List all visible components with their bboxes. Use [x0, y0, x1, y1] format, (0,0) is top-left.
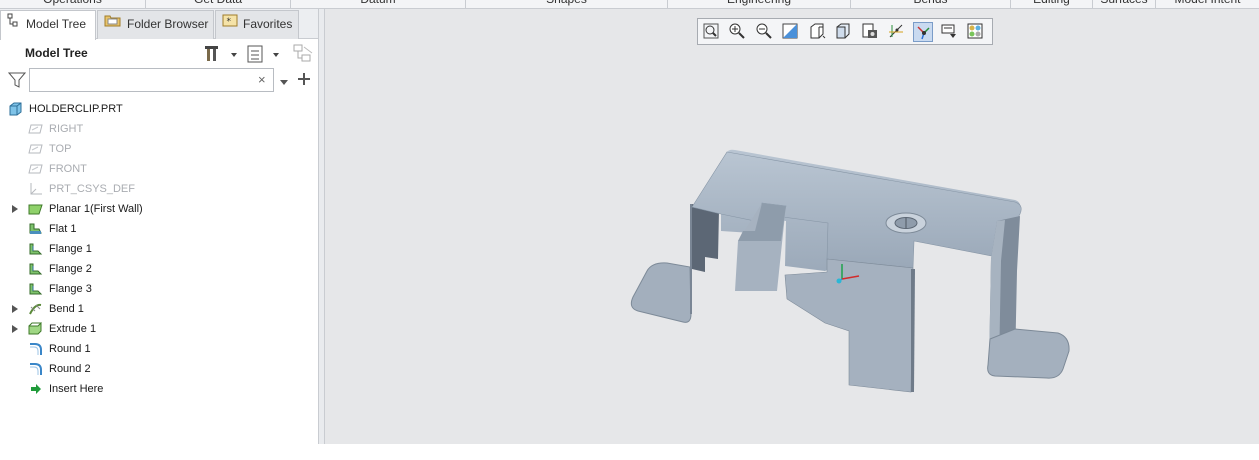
tab-model-tree[interactable]: Model Tree — [0, 10, 96, 40]
ribbon-group-operations[interactable]: Operations — [0, 0, 146, 8]
model-tree-title: Model Tree — [25, 46, 88, 60]
clear-filter-icon[interactable]: × — [258, 73, 266, 86]
model-tree: HOLDERCLIP.PRT RIGHT TOP FRONT PRT_CSYS_DEF… — [0, 99, 318, 399]
tree-item[interactable]: Round 2 — [0, 359, 318, 379]
filter-funnel-icon[interactable] — [7, 71, 27, 92]
ribbon-group-engineering[interactable]: Engineering — [668, 0, 851, 8]
tree-item[interactable]: Round 1 — [0, 339, 318, 359]
tree-item-label: Insert Here — [49, 383, 104, 395]
tree-item-label: Flange 3 — [49, 283, 92, 295]
tree-item-label: Flange 1 — [49, 243, 92, 255]
folder-browser-icon — [104, 11, 122, 38]
favorites-icon: * — [222, 11, 238, 38]
tab-favorites[interactable]: * Favorites — [215, 10, 299, 39]
part-icon — [8, 102, 23, 116]
ribbon-group-datum[interactable]: Datum — [291, 0, 466, 8]
datum-plane-icon — [28, 122, 43, 136]
expand-arrow-icon[interactable] — [12, 205, 18, 213]
sheetmetal-model[interactable] — [325, 9, 1259, 444]
csys-icon — [28, 182, 43, 196]
tree-filters-button[interactable] — [292, 43, 314, 65]
tree-settings-button[interactable] — [204, 43, 240, 65]
tree-item[interactable]: Flange 1 — [0, 239, 318, 259]
extrude-icon — [28, 321, 43, 336]
navigator-panel: Model Tree Folder Browser * Favorites Mo… — [0, 9, 320, 444]
flange-wall-icon — [28, 262, 43, 276]
ribbon-group-bends[interactable]: Bends — [851, 0, 1011, 8]
tree-item-label: Planar 1(First Wall) — [49, 203, 143, 215]
tree-item-label: Round 2 — [49, 363, 91, 375]
tree-item[interactable]: Flange 2 — [0, 259, 318, 279]
tab-folder-browser[interactable]: Folder Browser — [97, 10, 214, 39]
ribbon-group-surfaces[interactable]: Surfaces — [1093, 0, 1156, 8]
tree-item-label: Flat 1 — [49, 223, 77, 235]
tab-model-tree-label: Model Tree — [26, 17, 87, 31]
ribbon-group-shapes[interactable]: Shapes — [466, 0, 668, 8]
model-tree-icon — [7, 11, 21, 38]
add-filter-icon[interactable] — [297, 72, 311, 89]
tree-filter-row: × — [0, 67, 318, 95]
flange-wall-icon — [28, 242, 43, 256]
tab-folder-browser-label: Folder Browser — [127, 17, 209, 31]
tree-item[interactable]: Flat 1 — [0, 219, 318, 239]
tree-item-label: Extrude 1 — [49, 323, 97, 335]
tree-item[interactable]: Planar 1(First Wall) — [0, 199, 318, 219]
tree-item-label: TOP — [49, 143, 72, 155]
tab-favorites-label: Favorites — [243, 17, 293, 31]
round-icon — [28, 342, 43, 356]
tree-item[interactable]: Flange 3 — [0, 279, 318, 299]
tree-item[interactable]: Bend 1 — [0, 299, 318, 319]
tree-item-label: Bend 1 — [49, 303, 84, 315]
bottom-margin — [0, 444, 1259, 460]
ribbon-group-editing[interactable]: Editing — [1011, 0, 1093, 8]
flat-wall-icon — [28, 222, 43, 236]
insert-here-arrow-icon — [28, 382, 43, 396]
tree-search-input[interactable] — [29, 68, 274, 92]
tree-root-item[interactable]: HOLDERCLIP.PRT — [0, 99, 318, 119]
ribbon-group-strip: Operations Get Data Datum Shapes Enginee… — [0, 0, 1259, 9]
planar-wall-icon — [28, 202, 43, 216]
tree-item-label: RIGHT — [49, 123, 84, 135]
navigator-tabs: Model Tree Folder Browser * Favorites — [0, 9, 318, 40]
tree-item-label: FRONT — [49, 163, 87, 175]
ribbon-group-get-data[interactable]: Get Data — [146, 0, 291, 8]
ribbon-group-model-intent[interactable]: Model Intent — [1156, 0, 1259, 8]
tree-item[interactable]: RIGHT — [0, 119, 318, 139]
filter-dropdown-icon[interactable] — [280, 77, 288, 89]
panel-splitter[interactable] — [318, 9, 325, 444]
datum-plane-icon — [28, 142, 43, 156]
tree-item-label: PRT_CSYS_DEF — [49, 183, 135, 195]
show-menu-button[interactable] — [246, 43, 282, 65]
tree-item[interactable]: FRONT — [0, 159, 318, 179]
expand-arrow-icon[interactable] — [12, 305, 18, 313]
svg-text:*: * — [227, 17, 232, 27]
tree-item-label: Flange 2 — [49, 263, 92, 275]
bend-icon — [28, 302, 43, 316]
expand-arrow-icon[interactable] — [12, 325, 18, 333]
tree-item[interactable]: Insert Here — [0, 379, 318, 399]
tree-item[interactable]: PRT_CSYS_DEF — [0, 179, 318, 199]
tree-root-label: HOLDERCLIP.PRT — [29, 103, 123, 115]
round-icon — [28, 362, 43, 376]
tree-item-label: Round 1 — [49, 343, 91, 355]
model-tree-header: Model Tree — [0, 41, 318, 67]
tree-item[interactable]: TOP — [0, 139, 318, 159]
tree-item[interactable]: Extrude 1 — [0, 319, 318, 339]
datum-plane-icon — [28, 162, 43, 176]
flange-wall-icon — [28, 282, 43, 296]
graphics-viewport[interactable] — [325, 9, 1259, 444]
